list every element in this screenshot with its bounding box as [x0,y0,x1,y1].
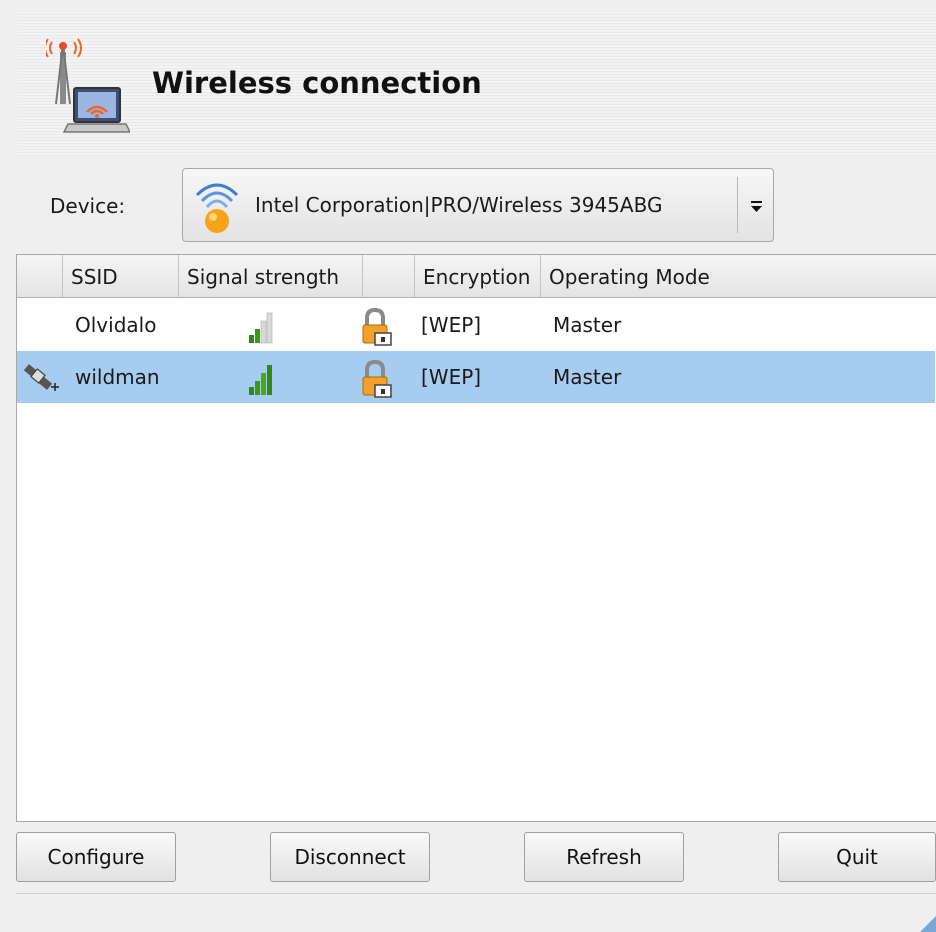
network-list[interactable]: SSID Signal strength Encryption Operatin… [16,254,936,822]
resize-grip-icon[interactable] [916,912,936,932]
encryption-cell: [WEP] [421,365,482,389]
column-header-status[interactable] [17,255,63,297]
wireless-connection-window: Wireless connection Device: Intel Corpor… [0,0,936,932]
dropdown-arrow-icon[interactable] [745,191,767,221]
padlock-icon [362,359,392,398]
table-row-selected[interactable]: wildman [WEP] Master [17,351,935,403]
column-header-signal[interactable]: Signal strength [179,255,363,297]
encryption-cell: [WEP] [421,313,482,337]
list-header: SSID Signal strength Encryption Operatin… [17,255,936,298]
column-header-mode[interactable]: Operating Mode [541,255,936,297]
wireless-laptop-icon [46,38,130,133]
mode-cell: Master [553,313,622,337]
satellite-connected-icon [23,364,59,391]
signal-strength-medium-icon [249,312,273,344]
ssid-cell: wildman [75,365,160,389]
header-banner: Wireless connection [18,12,936,156]
table-row[interactable]: Olvidalo [WEP] Master [17,299,935,351]
column-header-encryption[interactable]: Encryption [415,255,541,297]
ssid-cell: Olvidalo [75,313,157,337]
signal-strength-strong-icon [249,365,272,395]
quit-button[interactable]: Quit [778,832,936,882]
device-select[interactable]: Intel Corporation|PRO/Wireless 3945ABG [182,168,774,242]
disconnect-button[interactable]: Disconnect [270,832,430,882]
device-select-value: Intel Corporation|PRO/Wireless 3945ABG [255,193,663,217]
combo-divider [737,177,738,233]
column-header-ssid[interactable]: SSID [63,255,179,297]
device-label: Device: [50,194,126,218]
configure-button[interactable]: Configure [16,832,176,882]
wifi-signal-icon [195,183,239,233]
page-title: Wireless connection [152,66,482,100]
refresh-button[interactable]: Refresh [524,832,684,882]
mode-cell: Master [553,365,622,389]
column-header-lock[interactable] [363,255,415,297]
padlock-icon [362,307,392,346]
status-divider [16,893,936,894]
